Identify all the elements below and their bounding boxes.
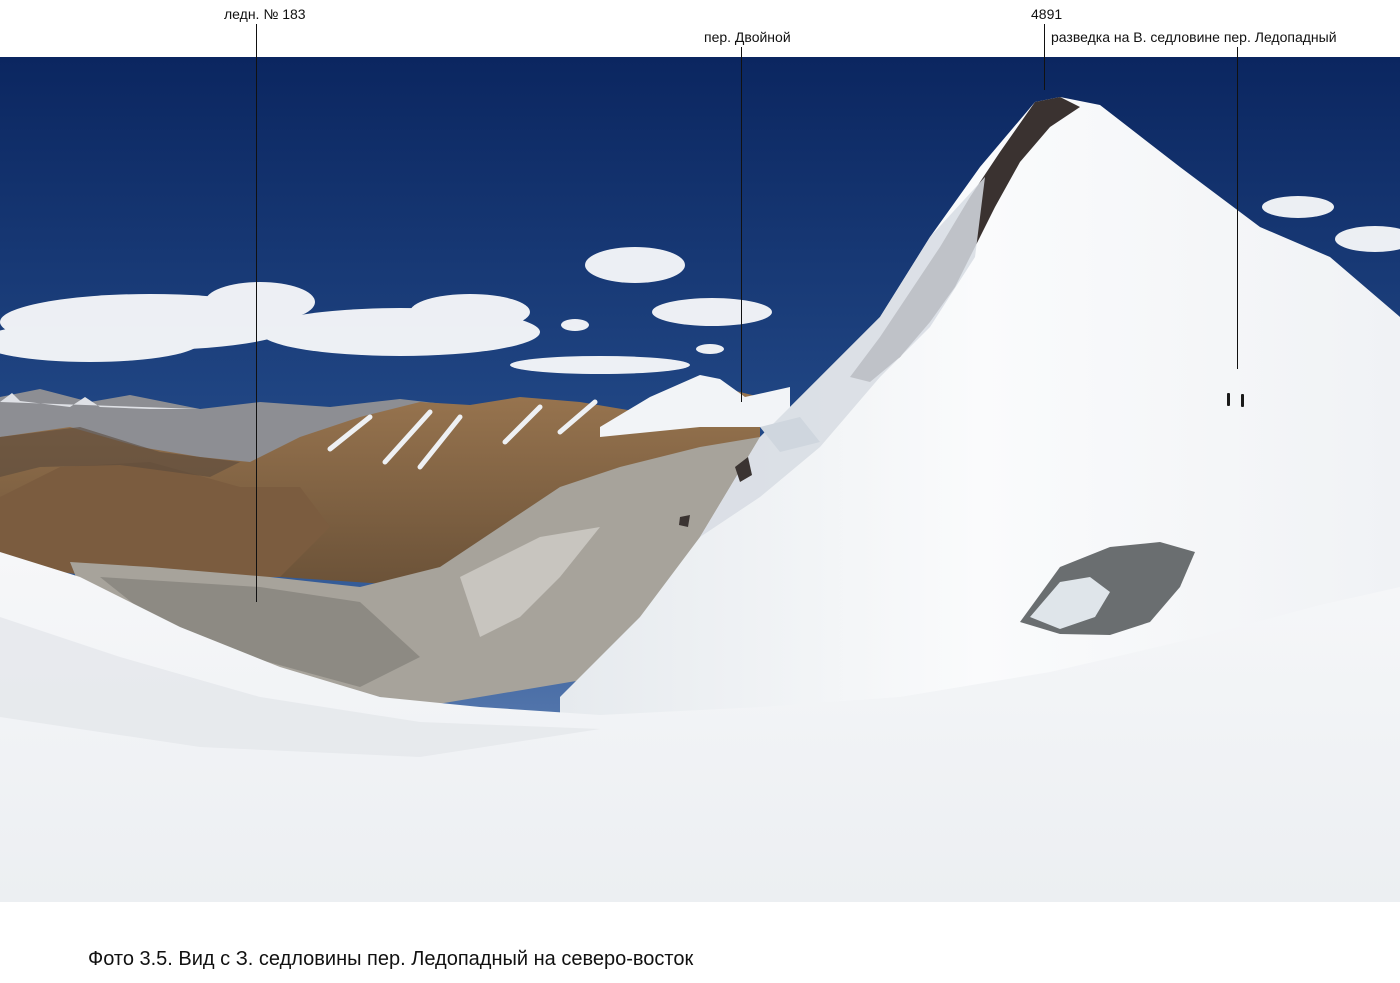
- photo-caption: Фото 3.5. Вид с З. седловины пер. Ледопа…: [88, 948, 694, 970]
- pointer-recon-saddle: [1237, 47, 1238, 369]
- climber-figure: [1241, 394, 1244, 407]
- pointer-peak-4891: [1044, 24, 1045, 90]
- pointer-glacier-183: [256, 24, 257, 602]
- label-recon-saddle: разведка на В. седловине пер. Ледопадный: [1051, 29, 1337, 45]
- pointer-pass-double: [741, 47, 742, 402]
- label-glacier-183: ледн. № 183: [224, 6, 306, 22]
- panorama-photo: [0, 57, 1400, 902]
- label-peak-4891: 4891: [1031, 6, 1063, 22]
- climber-figure: [1227, 393, 1230, 406]
- label-pass-double: пер. Двойной: [704, 29, 791, 45]
